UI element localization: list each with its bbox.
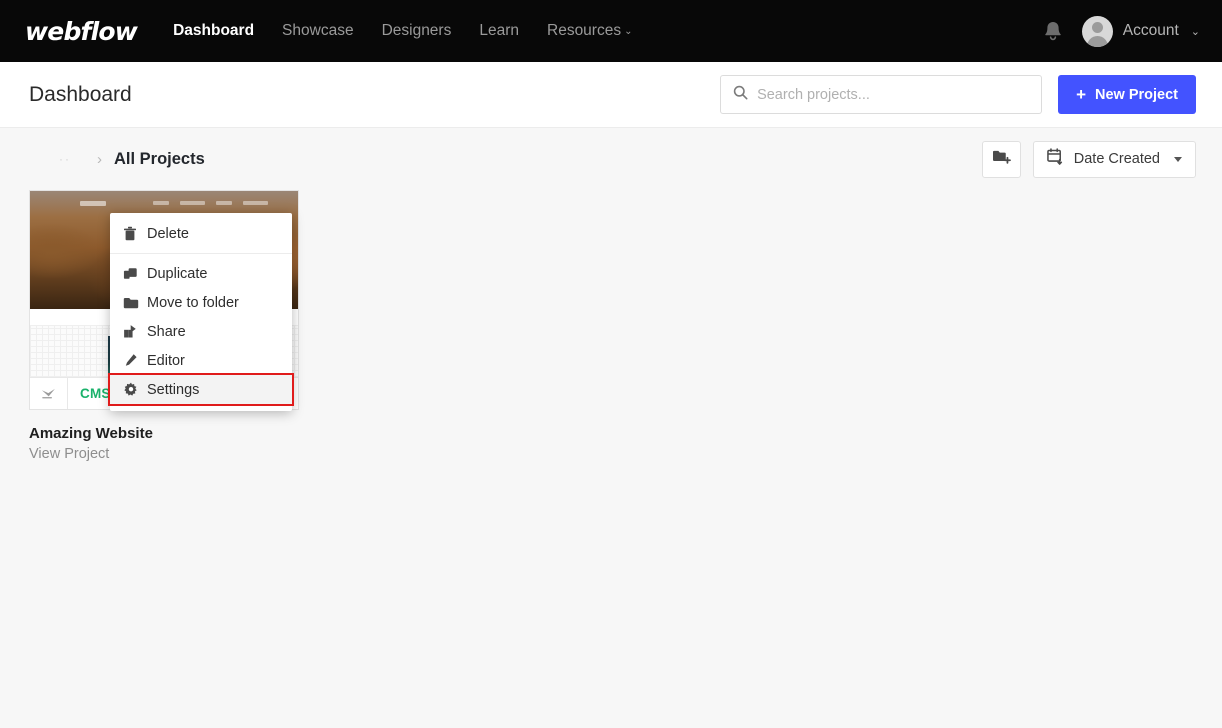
context-menu-item-label: Editor xyxy=(147,352,185,369)
trash-icon xyxy=(123,226,147,242)
view-project-link[interactable]: View Project xyxy=(29,446,299,462)
sort-dropdown[interactable]: Date Created xyxy=(1032,140,1196,178)
context-menu-item-label: Settings xyxy=(147,381,200,398)
nav-link-resources[interactable]: Resources ⌄ xyxy=(547,22,632,40)
pencil-icon xyxy=(123,353,147,368)
plus-icon: + xyxy=(1076,85,1086,104)
avatar xyxy=(1081,15,1113,47)
webflow-logo[interactable]: webflow xyxy=(25,17,138,46)
folder-icon xyxy=(123,296,147,310)
page-title: Dashboard xyxy=(29,82,132,106)
project-context-menu: Delete Duplicate Move to folder Share Ed… xyxy=(108,213,294,411)
breadcrumb-current: All Projects xyxy=(114,149,205,168)
thumbnail-hero-link xyxy=(243,201,268,205)
thumbnail-hero-link xyxy=(153,201,169,205)
new-project-label: New Project xyxy=(1095,86,1178,103)
sub-header: Dashboard + New Project xyxy=(0,62,1222,128)
nav-link-showcase[interactable]: Showcase xyxy=(282,22,354,40)
nav-link-resources-label: Resources xyxy=(547,22,622,39)
context-menu-item-label: Share xyxy=(147,323,186,340)
context-menu-item-editor[interactable]: Editor xyxy=(110,346,292,375)
breadcrumb-previous[interactable]: ·· xyxy=(59,152,93,166)
search-icon xyxy=(733,85,757,105)
search-box[interactable] xyxy=(720,75,1043,114)
breadcrumb-separator-icon: › xyxy=(97,150,102,168)
chevron-down-icon: ⌄ xyxy=(1190,25,1200,38)
sort-label: Date Created xyxy=(1073,151,1160,167)
project-type-icon xyxy=(30,377,68,409)
context-menu-item-label: Duplicate xyxy=(147,265,208,282)
account-label: Account xyxy=(1122,22,1179,39)
chevron-down-icon: ⌄ xyxy=(624,26,633,37)
thumbnail-hero-links xyxy=(153,201,268,205)
calendar-sort-icon xyxy=(1046,147,1064,171)
duplicate-icon xyxy=(123,266,147,281)
nav-link-designers[interactable]: Designers xyxy=(382,22,452,40)
search-input[interactable] xyxy=(757,86,1030,103)
nav-right-group: Account ⌄ xyxy=(1042,15,1200,47)
thumbnail-hero-nav xyxy=(30,197,298,209)
new-project-button[interactable]: + New Project xyxy=(1058,75,1196,114)
context-menu-item-share[interactable]: Share xyxy=(110,317,292,346)
nav-link-dashboard[interactable]: Dashboard xyxy=(173,22,254,40)
new-folder-button[interactable] xyxy=(981,140,1021,178)
nav-link-learn-label: Learn xyxy=(479,22,519,39)
cms-badge: CMS xyxy=(80,386,111,401)
nav-link-designers-label: Designers xyxy=(381,22,452,39)
bell-icon[interactable] xyxy=(1042,19,1064,43)
nav-link-dashboard-label: Dashboard xyxy=(173,22,255,39)
context-menu-item-label: Delete xyxy=(147,225,189,242)
breadcrumb-row: ·· › All Projects Date Created xyxy=(29,128,1196,190)
context-menu-item-delete[interactable]: Delete xyxy=(110,219,292,248)
share-icon xyxy=(123,324,147,339)
nav-link-learn[interactable]: Learn xyxy=(479,22,519,40)
top-navigation-bar: webflow Dashboard Showcase Designers Lea… xyxy=(0,0,1222,62)
gear-icon xyxy=(123,382,147,398)
project-card: CMS C Delete xyxy=(29,190,299,462)
projects-grid: CMS C Delete xyxy=(29,190,1196,462)
context-menu-item-label: Move to folder xyxy=(147,294,239,311)
thumbnail-hero-link xyxy=(180,201,205,205)
sub-header-actions: + New Project xyxy=(720,75,1196,114)
chevron-down-icon xyxy=(1174,156,1182,162)
new-folder-icon xyxy=(992,148,1011,170)
account-menu[interactable]: Account ⌄ xyxy=(1081,15,1200,47)
thumbnail-hero-logo xyxy=(80,200,106,206)
context-menu-divider xyxy=(110,253,292,254)
project-title: Amazing Website xyxy=(29,425,153,442)
main-content: ·· › All Projects Date Created CMS Delet… xyxy=(0,128,1222,728)
thumbnail-hero-link xyxy=(216,201,232,205)
context-menu-item-duplicate[interactable]: Duplicate xyxy=(110,259,292,288)
context-menu-item-settings[interactable]: Settings xyxy=(108,373,294,406)
main-nav-links: Dashboard Showcase Designers Learn Resou… xyxy=(173,22,632,40)
nav-link-showcase-label: Showcase xyxy=(282,22,354,39)
context-menu-item-move-to-folder[interactable]: Move to folder xyxy=(110,288,292,317)
toolbar-actions: Date Created xyxy=(981,140,1196,178)
